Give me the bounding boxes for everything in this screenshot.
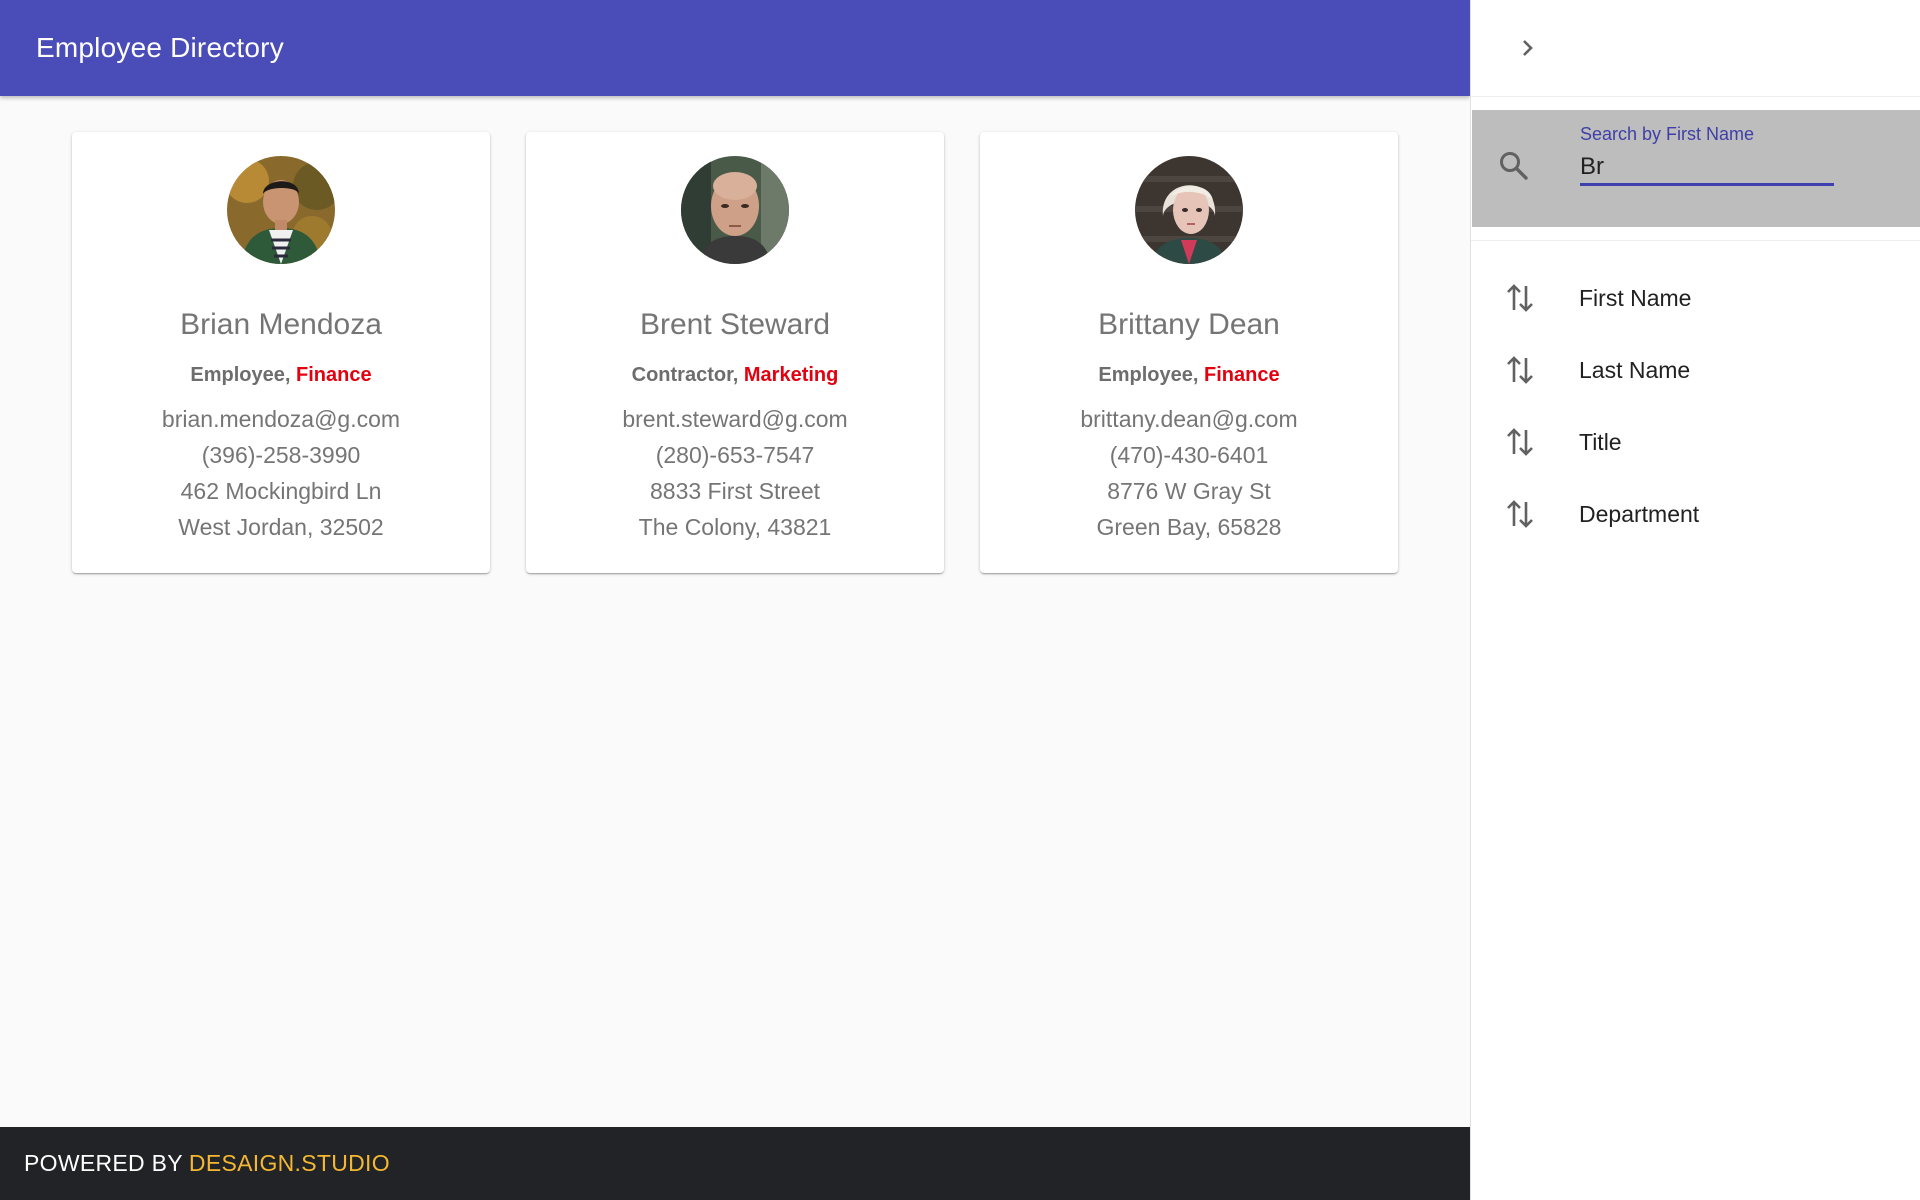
search-field[interactable]: Search by First Name <box>1472 110 1920 227</box>
employee-city: Green Bay, 65828 <box>1096 514 1282 540</box>
footer-brand-link[interactable]: DESAIGN.STUDIO <box>189 1150 390 1177</box>
employee-department: Finance <box>1204 364 1280 386</box>
employee-phone: (280)-653-7547 <box>655 442 815 468</box>
footer: POWERED BY DESAIGN.STUDIO <box>0 1127 1470 1200</box>
employee-role: Employee <box>1098 364 1193 386</box>
employee-department: Marketing <box>743 364 839 386</box>
footer-prefix: POWERED BY <box>24 1150 183 1176</box>
employee-role: Employee <box>190 364 285 386</box>
employee-street: 8776 W Gray St <box>1107 478 1271 504</box>
employee-email: brian.mendoza@g.com <box>161 406 401 432</box>
employee-name: Brian Mendoza <box>180 308 382 341</box>
sort-list: First Name Last Name Title Department <box>1471 262 1920 550</box>
app-bar: Employee Directory <box>0 0 1470 96</box>
employee-street: 8833 First Street <box>649 478 821 504</box>
drawer-header <box>1471 0 1920 97</box>
employee-role: Contractor <box>631 364 733 386</box>
sort-option-department[interactable]: Department <box>1471 478 1920 550</box>
employee-role-line: Employee, Finance <box>190 364 372 386</box>
employee-street: 462 Mockingbird Ln <box>180 478 382 504</box>
employee-card[interactable]: Brian Mendoza Employee, Finance brian.me… <box>72 132 490 573</box>
sort-option-label: Department <box>1579 500 1700 527</box>
chevron-right-icon <box>1523 40 1533 56</box>
employee-email: brent.steward@g.com <box>622 406 848 432</box>
employee-role-line: Contractor, Marketing <box>631 364 839 386</box>
main-area: Employee Directory Brian Mendoza Employe… <box>0 0 1470 1200</box>
sort-arrows-icon <box>1507 500 1533 528</box>
employee-email: brittany.dean@g.com <box>1080 406 1298 432</box>
employee-phone: (396)-258-3990 <box>201 442 361 468</box>
employee-phone: (470)-430-6401 <box>1109 442 1269 468</box>
sort-option-last-name[interactable]: Last Name <box>1471 334 1920 406</box>
side-drawer: Search by First Name First Name Last Nam… <box>1470 0 1920 1200</box>
employee-city: West Jordan, 32502 <box>178 514 384 540</box>
employee-card[interactable]: Brent Steward Contractor, Marketing bren… <box>526 132 944 573</box>
sort-option-label: Title <box>1579 428 1622 455</box>
employee-department: Finance <box>296 364 372 386</box>
employee-name: Brittany Dean <box>1098 308 1280 341</box>
employee-name: Brent Steward <box>639 308 831 341</box>
sort-arrows-icon <box>1507 428 1533 456</box>
employee-role-line: Employee, Finance <box>1098 364 1280 386</box>
sort-option-first-name[interactable]: First Name <box>1471 262 1920 334</box>
avatar <box>227 156 335 264</box>
sort-option-label: First Name <box>1579 284 1692 311</box>
sort-option-label: Last Name <box>1579 356 1691 383</box>
employee-card-list: Brian Mendoza Employee, Finance brian.me… <box>72 132 1398 573</box>
avatar <box>1135 156 1243 264</box>
collapse-drawer-button[interactable] <box>1507 28 1547 68</box>
app: Employee Directory Brian Mendoza Employe… <box>0 0 1920 1200</box>
drawer-divider <box>1471 240 1920 241</box>
employee-card[interactable]: Brittany Dean Employee, Finance brittany… <box>980 132 1398 573</box>
employee-city: The Colony, 43821 <box>638 514 832 540</box>
search-label: Search by First Name <box>1580 124 1755 144</box>
sort-arrows-icon <box>1507 356 1533 384</box>
sort-arrows-icon <box>1507 284 1533 312</box>
avatar <box>681 156 789 264</box>
app-title: Employee Directory <box>36 32 284 63</box>
sort-option-title[interactable]: Title <box>1471 406 1920 478</box>
search-icon <box>1500 152 1528 180</box>
search-input[interactable] <box>1580 150 1834 186</box>
